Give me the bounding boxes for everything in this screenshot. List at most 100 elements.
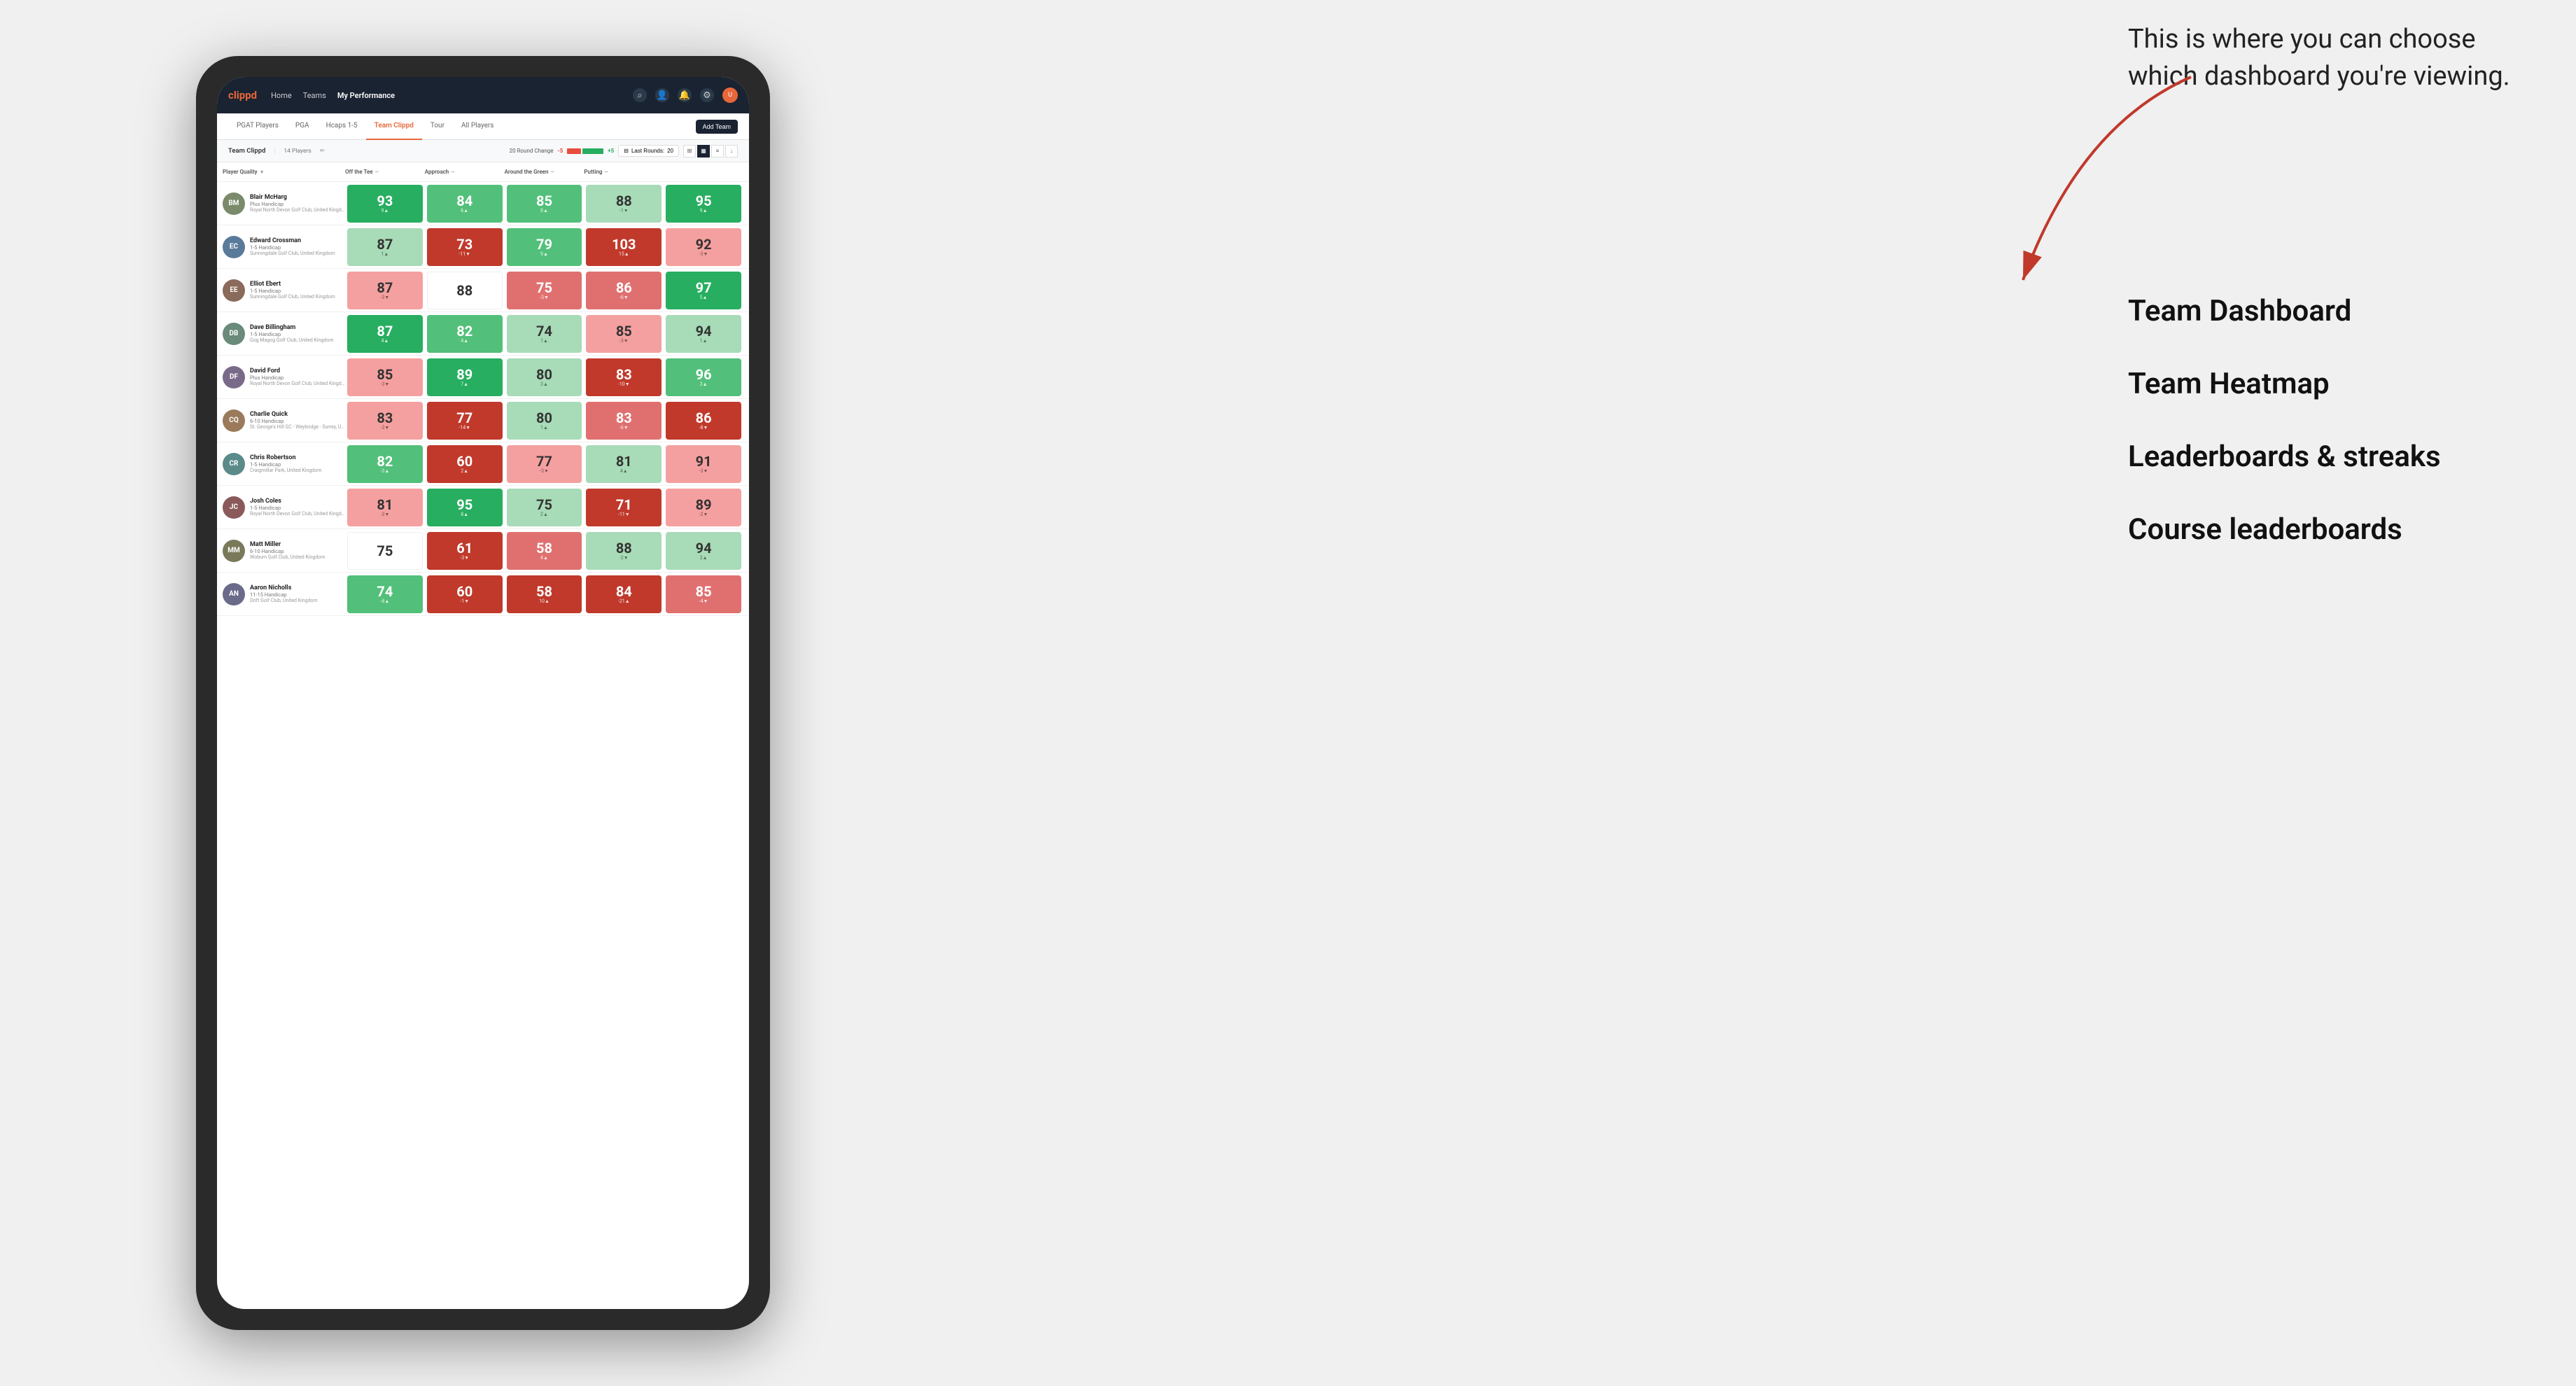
nav-icons: ⌕ 👤 🔔 ⚙ U (633, 88, 738, 103)
player-handicap: 1-5 Handicap (250, 331, 334, 337)
score-change: -2▼ (620, 555, 629, 561)
score-value: 86 (696, 411, 712, 425)
table-row[interactable]: MMMatt Miller6-10 HandicapWoburn Golf Cl… (217, 529, 749, 573)
change-bar (567, 148, 603, 154)
more-view-button[interactable]: ↓ (725, 145, 738, 158)
score-cell: 75 (347, 532, 423, 570)
separator: | (274, 148, 275, 154)
tab-all-players[interactable]: All Players (453, 113, 503, 140)
player-handicap: 6-10 Handicap (250, 418, 345, 424)
nav-link-teams[interactable]: Teams (303, 88, 326, 103)
score-change: 4▲ (461, 338, 468, 344)
player-club: Woburn Golf Club, United Kingdom (250, 554, 325, 560)
score-change: -1▼ (620, 208, 629, 214)
nav-bar: clippd Home Teams My Performance ⌕ 👤 🔔 ⚙… (217, 77, 749, 113)
score-cell: 88 (427, 272, 503, 309)
search-icon[interactable]: ⌕ (633, 88, 647, 102)
score-cell: 73-11▼ (427, 228, 503, 266)
sub-nav-tabs: PGAT Players PGA Hcaps 1-5 Team Clippd T… (228, 113, 696, 140)
grid-view-button[interactable]: ⊞ (683, 145, 696, 158)
tab-team-clippd[interactable]: Team Clippd (366, 113, 422, 140)
score-cell: 959▲ (666, 185, 741, 223)
score-cell: 77-3▼ (507, 445, 582, 483)
player-club: Craigmillar Park, United Kingdom (250, 468, 321, 473)
player-name: Edward Crossman (250, 237, 335, 244)
score-cell: 85-3▼ (347, 358, 423, 396)
col-around-green[interactable]: Around the Green — (505, 169, 584, 175)
list-view-button[interactable]: ≡ (711, 145, 724, 158)
player-name: Josh Coles (250, 498, 345, 505)
score-cell: 752▲ (507, 489, 582, 526)
table-row[interactable]: JCJosh Coles1-5 HandicapRoyal North Devo… (217, 486, 749, 529)
settings-icon[interactable]: ⚙ (700, 88, 714, 102)
avatar[interactable]: U (722, 88, 738, 103)
heatmap-view-button[interactable]: ▦ (697, 145, 710, 158)
score-change: 8▲ (461, 512, 468, 517)
score-cell: 81-3▼ (347, 489, 423, 526)
bar-red (567, 148, 581, 154)
score-cell: 5810▲ (507, 575, 582, 613)
score-value: 73 (456, 237, 472, 251)
player-details: Elliot Ebert1-5 HandicapSunningdale Golf… (250, 281, 335, 300)
score-change: -4▼ (699, 598, 708, 604)
score-change: 2▲ (540, 512, 548, 517)
player-details: Charlie Quick6-10 HandicapSt. George's H… (250, 411, 345, 430)
table-row[interactable]: EEElliot Ebert1-5 HandicapSunningdale Go… (217, 269, 749, 312)
change-plus: +5 (608, 148, 614, 154)
player-avatar: MM (223, 540, 245, 562)
score-change: 3▲ (540, 382, 548, 387)
score-change: -3▼ (540, 295, 549, 300)
add-team-button[interactable]: Add Team (696, 120, 738, 134)
score-change: -6▼ (620, 295, 629, 300)
score-value: 77 (536, 454, 552, 468)
score-change: -3▼ (381, 382, 390, 387)
table-row[interactable]: CQ Charlie Quick6-10 HandicapSt. George's… (217, 399, 749, 442)
score-change: -3▲ (381, 468, 390, 474)
player-avatar: CQ (223, 410, 245, 432)
col-off-tee[interactable]: Off the Tee — (345, 169, 425, 175)
score-value: 75 (377, 544, 393, 558)
score-cell: 87-3▼ (347, 272, 423, 309)
col-putting[interactable]: Putting — (584, 169, 664, 175)
score-value: 75 (536, 498, 552, 512)
score-change: 15▲ (619, 251, 629, 257)
score-cell: 92-3▼ (666, 228, 741, 266)
bar-green (582, 148, 603, 154)
player-details: Josh Coles1-5 HandicapRoyal North Devon … (250, 498, 345, 517)
tab-pga[interactable]: PGA (287, 113, 318, 140)
annotation-list: Team Dashboard Team Heatmap Leaderboards… (2128, 294, 2534, 585)
nav-link-myperformance[interactable]: My Performance (337, 88, 395, 103)
table-row[interactable]: ANAaron Nicholls11-15 HandicapDrift Golf… (217, 573, 749, 616)
score-change: 7▲ (461, 382, 468, 387)
score-change: -10▼ (618, 382, 630, 387)
last-rounds-button[interactable]: ⊟ Last Rounds: 20 (618, 145, 679, 157)
score-value: 88 (616, 541, 632, 555)
round-change: 20 Round Change -5 +5 ⊟ Last Rounds: 20 … (510, 145, 738, 158)
player-details: Dave Billingham1-5 HandicapGog Magog Gol… (250, 324, 334, 343)
score-value: 83 (377, 411, 393, 425)
tab-tour[interactable]: Tour (422, 113, 453, 140)
player-avatar: CR (223, 453, 245, 475)
edit-icon[interactable]: ✏ (320, 148, 326, 155)
score-value: 81 (377, 498, 393, 512)
col-approach[interactable]: Approach — (425, 169, 505, 175)
table-row[interactable]: BMBlair McHargPlus HandicapRoyal North D… (217, 182, 749, 225)
bell-icon[interactable]: 🔔 (678, 88, 692, 102)
nav-link-home[interactable]: Home (271, 88, 292, 103)
score-change: 3▲ (700, 555, 708, 561)
score-cell: 84-21▲ (586, 575, 662, 613)
score-cell: 799▲ (507, 228, 582, 266)
table-row[interactable]: CRChris Robertson1-5 HandicapCraigmillar… (217, 442, 749, 486)
annotation-arrow (1939, 70, 2219, 315)
table-row[interactable]: DB Dave Billingham1-5 HandicapGog Magog G… (217, 312, 749, 356)
col-player-quality[interactable]: Player Quality ▼ (223, 169, 345, 175)
player-avatar: DB (223, 323, 245, 345)
player-info: CRChris Robertson1-5 HandicapCraigmillar… (223, 453, 345, 475)
table-row[interactable]: DFDavid FordPlus HandicapRoyal North Dev… (217, 356, 749, 399)
score-cell: 83-6▼ (586, 402, 662, 440)
score-cell: 85-4▼ (666, 575, 741, 613)
tab-hcaps[interactable]: Hcaps 1-5 (318, 113, 366, 140)
person-icon[interactable]: 👤 (655, 88, 669, 102)
tab-pgat-players[interactable]: PGAT Players (228, 113, 287, 140)
table-row[interactable]: ECEdward Crossman1-5 HandicapSunningdale… (217, 225, 749, 269)
